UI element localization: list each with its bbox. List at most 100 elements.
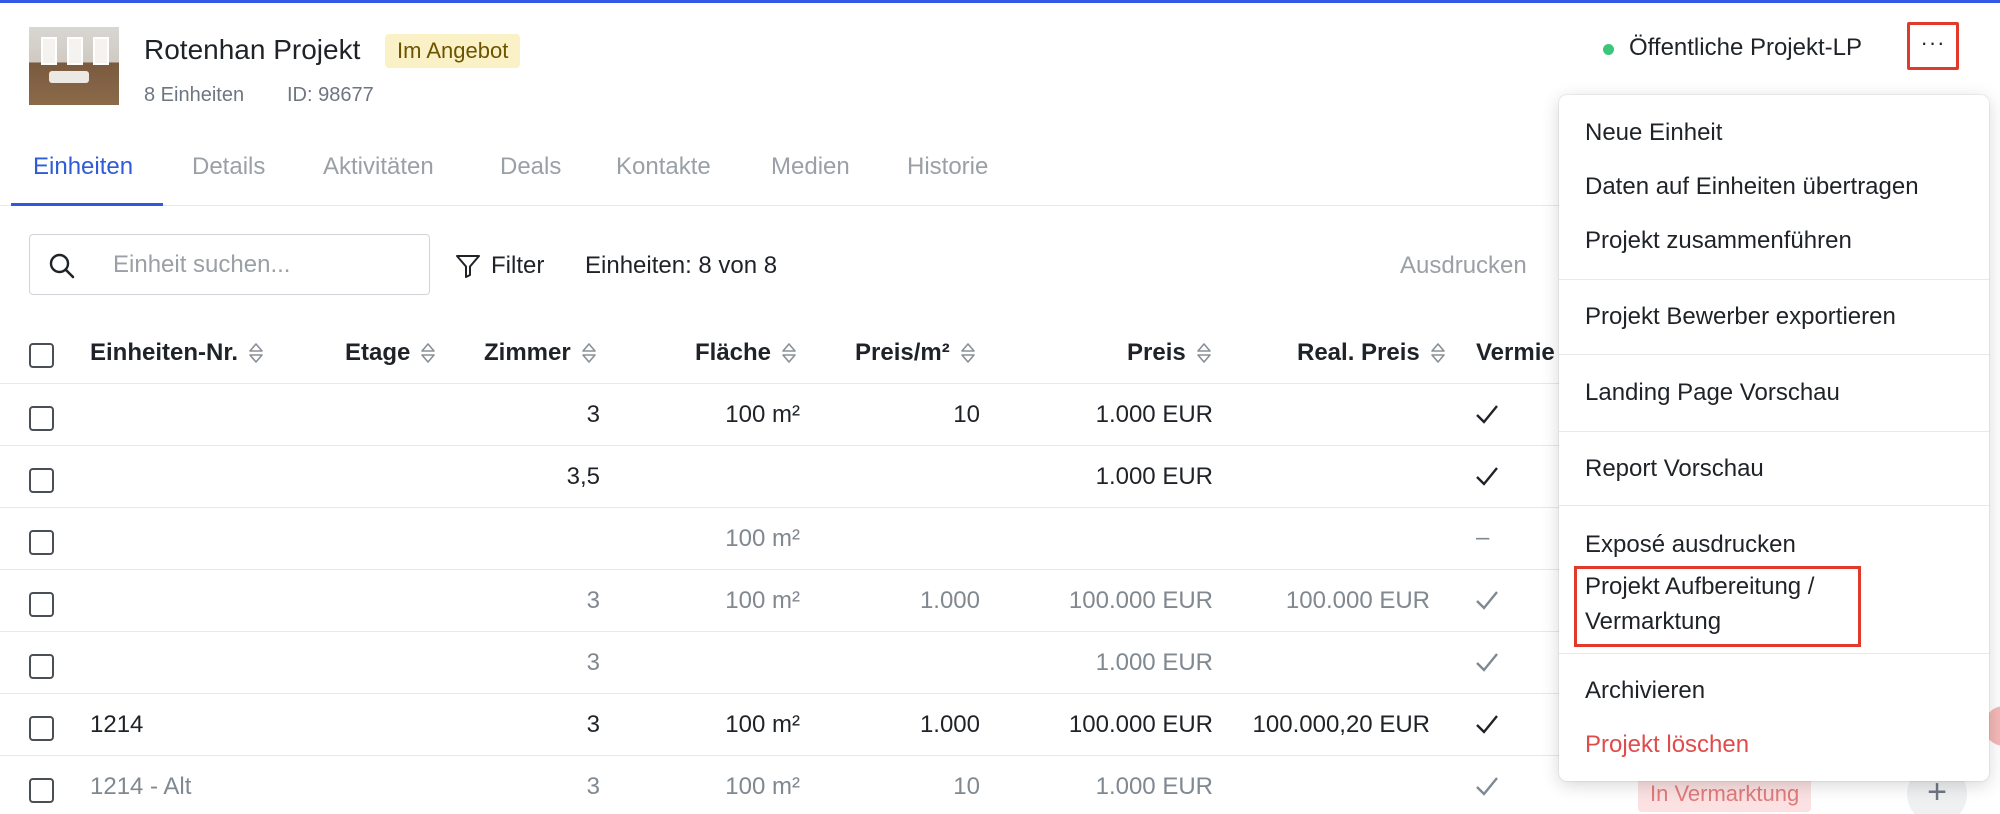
column-header-preis-m2[interactable]: Preis/m² — [855, 339, 976, 367]
menu-item-neue-einheit[interactable]: Neue Einheit — [1585, 119, 1722, 147]
tab-medien[interactable]: Medien — [771, 153, 850, 181]
cell-einheiten-nr: 1214 - Alt — [90, 773, 192, 800]
cell-zimmer: 3 — [586, 587, 600, 614]
table-row[interactable]: 3 100 m² 1.000 100.000 EUR 100.000 EUR — [0, 570, 1560, 632]
menu-divider — [1559, 653, 1989, 654]
project-id: ID: 98677 — [287, 84, 374, 106]
cell-flaeche: 100 m² — [725, 587, 800, 614]
filter-label: Filter — [491, 252, 545, 279]
menu-item-bewerber-exportieren[interactable]: Projekt Bewerber exportieren — [1585, 303, 1896, 331]
column-label: Real. Preis — [1297, 339, 1420, 366]
thumbnail-window-3 — [93, 37, 109, 65]
cell-preis: 1.000 EUR — [1095, 401, 1213, 428]
cell-flaeche: 100 m² — [725, 525, 800, 552]
menu-divider — [1559, 505, 1989, 506]
row-checkbox[interactable] — [29, 592, 54, 617]
cell-flaeche: 100 m² — [725, 401, 800, 428]
column-label: Fläche — [695, 339, 772, 366]
cell-zimmer: 3 — [586, 649, 600, 676]
menu-item-projekt-loeschen[interactable]: Projekt löschen — [1585, 731, 1749, 759]
sort-icon[interactable] — [1430, 342, 1446, 364]
row-checkbox[interactable] — [29, 716, 54, 741]
top-accent-line — [0, 0, 2000, 3]
column-label: Etage — [345, 339, 411, 366]
project-tabs: Einheiten Details Aktivitäten Deals Kont… — [0, 148, 1560, 206]
sort-icon[interactable] — [781, 342, 797, 364]
check-icon — [1476, 405, 1498, 424]
cell-preis-m2: 10 — [953, 773, 980, 800]
sort-icon[interactable] — [1196, 342, 1212, 364]
thumbnail-window-2 — [67, 37, 83, 65]
tab-historie[interactable]: Historie — [907, 153, 988, 181]
menu-item-expose-ausdrucken[interactable]: Exposé ausdrucken — [1585, 531, 1796, 559]
row-checkbox[interactable] — [29, 778, 54, 803]
column-header-vermietet[interactable]: Vermie — [1476, 339, 1555, 367]
column-header-zimmer[interactable]: Zimmer — [484, 339, 597, 367]
unit-search-box[interactable] — [29, 234, 430, 295]
column-header-real-preis[interactable]: Real. Preis — [1297, 339, 1446, 367]
column-header-preis[interactable]: Preis — [1127, 339, 1212, 367]
more-options-button[interactable]: ··· — [1907, 22, 1959, 70]
sort-icon[interactable] — [960, 342, 976, 364]
column-header-etage[interactable]: Etage — [345, 339, 436, 367]
search-input[interactable] — [113, 247, 413, 283]
tab-aktivitaeten[interactable]: Aktivitäten — [323, 153, 434, 181]
menu-item-line-2: Vermarktung — [1585, 608, 1722, 635]
menu-item-landing-page-vorschau[interactable]: Landing Page Vorschau — [1585, 379, 1840, 407]
table-row[interactable]: 1214 - Alt 3 100 m² 10 1.000 EUR — [0, 756, 1560, 814]
menu-divider — [1559, 354, 1989, 355]
select-all-checkbox[interactable] — [29, 343, 54, 368]
tab-deals[interactable]: Deals — [500, 153, 561, 181]
row-checkbox[interactable] — [29, 654, 54, 679]
cell-real-preis: 100.000 EUR — [1285, 587, 1430, 614]
table-row[interactable]: 1214 3 100 m² 1.000 100.000 EUR 100.000,… — [0, 694, 1560, 756]
column-label: Preis — [1127, 339, 1186, 366]
project-title: Rotenhan Projekt — [144, 34, 361, 65]
column-label: Einheiten-Nr. — [90, 339, 239, 366]
row-status-badge: In Vermarktung — [1638, 776, 1812, 812]
sort-icon[interactable] — [420, 342, 436, 364]
tab-details[interactable]: Details — [192, 153, 265, 181]
table-header: Einheiten-Nr. Etage Zimmer Fläche Preis/… — [0, 320, 1560, 384]
landing-page-status-dot — [1603, 44, 1614, 55]
row-checkbox[interactable] — [29, 406, 54, 431]
cell-zimmer: 3,5 — [566, 463, 600, 490]
column-header-einheiten-nr[interactable]: Einheiten-Nr. — [90, 339, 264, 367]
project-thumbnail[interactable] — [29, 27, 119, 105]
cell-preis: 1.000 EUR — [1095, 649, 1213, 676]
units-count: 8 Einheiten — [144, 84, 245, 106]
column-header-flaeche[interactable]: Fläche — [695, 339, 797, 367]
sort-icon[interactable] — [248, 342, 264, 364]
filter-button[interactable]: Filter — [455, 250, 544, 282]
cell-preis-m2: 1.000 — [919, 711, 980, 738]
column-label: Zimmer — [484, 339, 571, 366]
active-tab-indicator — [11, 203, 163, 206]
cell-zimmer: 3 — [586, 401, 600, 428]
tab-einheiten[interactable]: Einheiten — [33, 153, 133, 181]
cell-preis-m2: 10 — [953, 401, 980, 428]
table-row[interactable]: 3,5 1.000 EUR — [0, 446, 1560, 508]
units-count-label: Einheiten: 8 von 8 — [585, 252, 778, 279]
cell-preis: 100.000 EUR — [1068, 587, 1213, 614]
search-icon — [49, 253, 75, 279]
menu-item-report-vorschau[interactable]: Report Vorschau — [1585, 455, 1764, 483]
menu-item-projekt-zusammenfuehren[interactable]: Projekt zusammenführen — [1585, 227, 1852, 255]
row-checkbox[interactable] — [29, 468, 54, 493]
tab-kontakte[interactable]: Kontakte — [616, 153, 711, 181]
table-row[interactable]: 3 100 m² 10 1.000 EUR — [0, 384, 1560, 446]
sort-icon[interactable] — [581, 342, 597, 364]
table-row[interactable]: 3 1.000 EUR — [0, 632, 1560, 694]
menu-item-daten-uebertragen[interactable]: Daten auf Einheiten übertragen — [1585, 173, 1919, 201]
row-checkbox[interactable] — [29, 530, 54, 555]
menu-item-archivieren[interactable]: Archivieren — [1585, 677, 1705, 705]
landing-page-link[interactable]: Öffentliche Projekt-LP — [1629, 34, 1862, 62]
cell-preis-m2: 1.000 — [919, 587, 980, 614]
column-label: Preis/m² — [855, 339, 950, 366]
check-icon — [1476, 467, 1498, 486]
cell-vermietet: – — [1476, 524, 1490, 551]
check-icon — [1476, 653, 1498, 672]
menu-item-projekt-aufbereitung[interactable]: Projekt Aufbereitung / Vermarktung — [1585, 569, 1814, 639]
print-button[interactable]: Ausdrucken — [1400, 252, 1527, 280]
cell-preis: 1.000 EUR — [1095, 773, 1213, 800]
table-row[interactable]: 100 m² – — [0, 508, 1560, 570]
